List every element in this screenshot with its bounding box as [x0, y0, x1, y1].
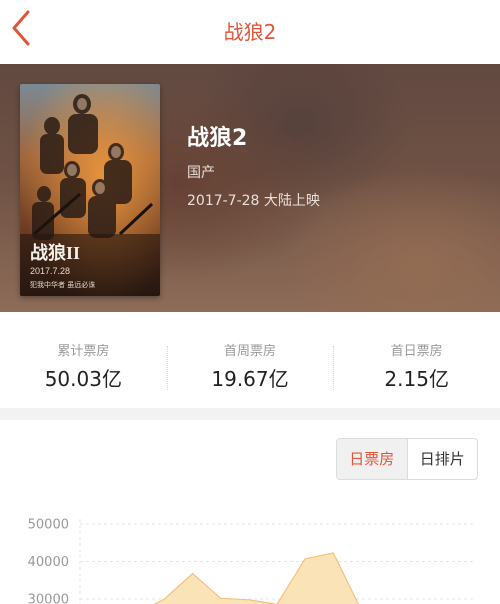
movie-name: 战狼2 — [187, 126, 248, 151]
poster-tagline: 犯我中华者 虽远必诛 — [30, 280, 95, 289]
movie-poster[interactable]: 战狼II 2017.7.28 犯我中华者 虽远必诛 — [20, 84, 160, 296]
poster-artwork: 战狼II 2017.7.28 犯我中华者 虽远必诛 — [20, 84, 160, 296]
stat-value: 2.15亿 — [384, 367, 449, 391]
page-title: 战狼2 — [223, 20, 277, 44]
poster-date: 2017.7.28 — [30, 266, 70, 276]
stat-first-week-box-office: 首周票房 19.67亿 — [166, 312, 334, 408]
section-divider — [0, 408, 500, 420]
movie-hero: 战狼II 2017.7.28 犯我中华者 虽远必诛 战狼2 国产 2017-7-… — [0, 64, 500, 312]
movie-info: 战狼2 国产 2017-7-28 大陆上映 — [187, 120, 320, 210]
chart-svg: 50000 40000 30000 — [28, 518, 474, 604]
y-tick-label: 40000 — [28, 555, 69, 570]
y-tick-label: 50000 — [28, 518, 69, 533]
movie-origin: 国产 — [187, 165, 215, 181]
tab-daily-screenings[interactable]: 日排片 — [408, 439, 478, 479]
movie-detail-page: 战狼2 战狼II 2017.7.28 犯我中华者 虽远必诛 战狼2 国产 201… — [0, 0, 500, 604]
top-bar: 战狼2 — [0, 0, 500, 64]
stat-first-day-box-office: 首日票房 2.15亿 — [333, 312, 500, 408]
poster-title-art: 战狼II — [30, 242, 80, 263]
stat-value: 19.67亿 — [211, 367, 289, 391]
daily-box-office-area — [153, 552, 359, 604]
stat-label: 累计票房 — [57, 344, 110, 359]
stat-label: 首日票房 — [390, 344, 443, 359]
stat-total-box-office: 累计票房 50.03亿 — [0, 312, 167, 408]
chart-tab-switch: 日票房 日排片 — [336, 438, 478, 480]
movie-release-date: 2017-7-28 大陆上映 — [187, 193, 320, 209]
box-office-stats: 累计票房 50.03亿 首周票房 19.67亿 首日票房 2.15亿 — [0, 312, 500, 408]
tab-daily-box-office[interactable]: 日票房 — [337, 439, 408, 479]
stat-label: 首周票房 — [224, 344, 277, 359]
stat-value: 50.03亿 — [44, 367, 122, 391]
y-tick-label: 30000 — [28, 593, 69, 604]
daily-box-office-chart: 50000 40000 30000 — [0, 505, 500, 604]
